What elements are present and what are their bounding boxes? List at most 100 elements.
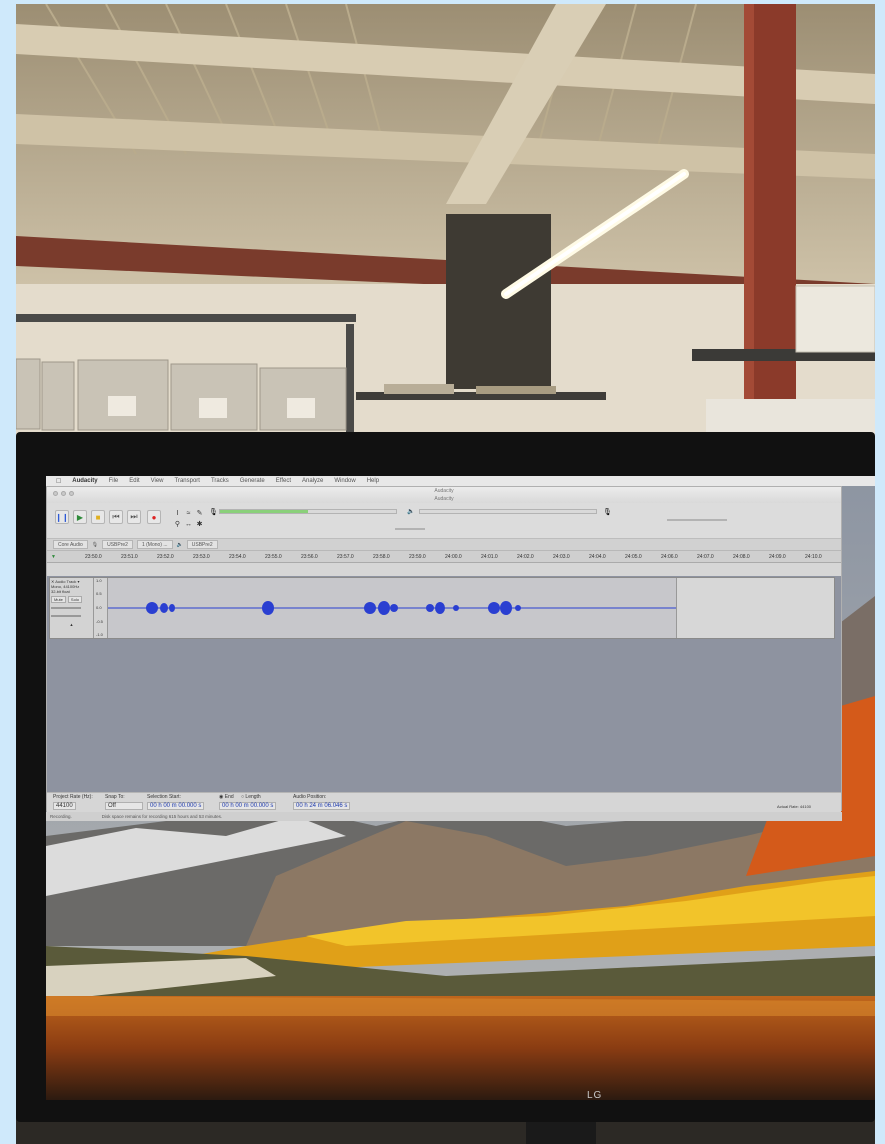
skip-start-icon: ⏮ xyxy=(112,512,120,521)
zoom-button[interactable] xyxy=(69,491,74,496)
ruler-tick: 23:51.0 xyxy=(121,554,138,560)
project-rate-select[interactable]: 44100 xyxy=(53,802,76,810)
length-radio[interactable]: ○ Length xyxy=(241,794,261,800)
solo-button[interactable]: Solo xyxy=(67,596,82,603)
play-button[interactable]: ▶ xyxy=(73,510,87,524)
record-meter[interactable] xyxy=(219,509,397,514)
window-controls xyxy=(53,491,74,496)
audio-host-select[interactable]: Core Audio xyxy=(53,540,88,549)
display:  Audacity File Edit View Transport Trac… xyxy=(46,476,875,1100)
menu-edit[interactable]: Edit xyxy=(129,478,139,484)
draw-tool-icon[interactable]: ✎ xyxy=(195,509,204,518)
scale-label: 1.0 xyxy=(96,578,102,583)
mic-icon: 🎙 xyxy=(91,541,99,548)
track-empty-region[interactable] xyxy=(676,578,834,638)
pan-slider[interactable] xyxy=(51,615,81,617)
menu-transport[interactable]: Transport xyxy=(175,478,200,484)
selection-start-label: Selection Start: xyxy=(147,794,181,800)
close-button[interactable] xyxy=(53,491,58,496)
track-area[interactable]: ✕ Audio Track ▾ Mono, 44100Hz 32-bit flo… xyxy=(47,576,841,792)
menu-window[interactable]: Window xyxy=(334,478,355,484)
window-titlebar: Audacity Audacity xyxy=(47,487,841,503)
timeline-ruler[interactable]: ▼ 23:50.0 23:51.0 23:52.0 23:53.0 23:54.… xyxy=(47,551,841,563)
track-control-panel: ✕ Audio Track ▾ Mono, 44100Hz 32-bit flo… xyxy=(50,578,94,638)
audio-position-label: Audio Position: xyxy=(293,794,327,800)
ruler-tick: 24:09.0 xyxy=(769,554,786,560)
ruler-tick: 23:50.0 xyxy=(85,554,102,560)
window-title: Audacity xyxy=(434,488,454,494)
gain-slider[interactable] xyxy=(51,607,81,609)
speaker-icon: 🔈 xyxy=(407,509,415,515)
zoom-tool-icon[interactable]: ⚲ xyxy=(173,520,182,529)
selection-end-field[interactable]: 00 h 00 m 00.000 s xyxy=(219,802,277,810)
ruler-tick: 24:06.0 xyxy=(661,554,678,560)
status-message: Disk space remains for recording 615 hou… xyxy=(101,814,223,819)
monitor-bezel:  Audacity File Edit View Transport Trac… xyxy=(16,432,875,1122)
menu-app-name[interactable]: Audacity xyxy=(72,478,97,484)
ruler-tick: 23:55.0 xyxy=(265,554,282,560)
monitor-logo: LG xyxy=(587,1090,603,1101)
ruler-tick: 23:54.0 xyxy=(229,554,246,560)
audio-track[interactable]: ✕ Audio Track ▾ Mono, 44100Hz 32-bit flo… xyxy=(49,577,835,639)
tools-toolbar: I ≈ ✎ ⚲ ↔ ✱ xyxy=(173,509,204,529)
scale-label: -1.0 xyxy=(96,632,103,637)
apple-icon[interactable]:  xyxy=(56,478,61,485)
channels-select[interactable]: 1 (Mono) ... xyxy=(136,540,173,549)
ruler-tick: 23:56.0 xyxy=(301,554,318,560)
track-bitdepth: 32-bit float xyxy=(51,589,70,594)
collapse-track-icon[interactable]: ▲ xyxy=(51,622,92,627)
playback-meter[interactable] xyxy=(419,509,597,514)
menu-effect[interactable]: Effect xyxy=(276,478,291,484)
scale-label: -0.5 xyxy=(96,619,103,624)
ruler-tick: 24:03.0 xyxy=(553,554,570,560)
snap-to-select[interactable]: Off xyxy=(105,802,143,810)
menu-file[interactable]: File xyxy=(109,478,119,484)
transport-toolbar: ❙❙ ▶ ■ ⏮ ⏭ ● I ≈ ✎ ⚲ ↔ ✱ 🎙 🔈 🎙 xyxy=(47,503,841,539)
room-scene xyxy=(16,4,875,436)
menu-generate[interactable]: Generate xyxy=(240,478,265,484)
menu-tracks[interactable]: Tracks xyxy=(211,478,229,484)
ruler-tick: 23:57.0 xyxy=(337,554,354,560)
monitor-stand xyxy=(526,1122,596,1144)
ruler-tick: 24:08.0 xyxy=(733,554,750,560)
device-toolbar: Core Audio 🎙 USBPre2 1 (Mono) ... 🔈 USBP… xyxy=(47,539,841,551)
playback-device-select[interactable]: USBPre2 xyxy=(186,540,218,549)
envelope-tool-icon[interactable]: ≈ xyxy=(184,509,193,518)
selection-toolbar: Project Rate (Hz): 44100 Snap To: Off Se… xyxy=(47,792,841,812)
project-rate-label: Project Rate (Hz): xyxy=(53,794,93,800)
recording-device-select[interactable]: USBPre2 xyxy=(102,540,133,549)
mute-button[interactable]: Mute xyxy=(51,596,66,603)
end-radio[interactable]: ◉ End xyxy=(219,794,234,800)
audio-position-field[interactable]: 00 h 24 m 06.046 s xyxy=(293,802,351,810)
stop-button[interactable]: ■ xyxy=(91,510,105,524)
selection-start-field[interactable]: 00 h 00 m 00.000 s xyxy=(147,802,205,810)
menu-view[interactable]: View xyxy=(151,478,164,484)
skip-end-button[interactable]: ⏭ xyxy=(127,510,141,524)
record-icon: ● xyxy=(151,512,157,522)
ruler-tick: 24:07.0 xyxy=(697,554,714,560)
window-subtitle: Audacity xyxy=(434,496,454,502)
volume-slider[interactable] xyxy=(667,519,727,521)
ruler-play-icon[interactable]: ▼ xyxy=(51,554,56,560)
ruler-tick: 23:59.0 xyxy=(409,554,426,560)
ruler-tick: 23:58.0 xyxy=(373,554,390,560)
waveform[interactable] xyxy=(108,578,676,638)
selection-tool-icon[interactable]: I xyxy=(173,509,182,518)
timeshift-tool-icon[interactable]: ↔ xyxy=(184,520,193,529)
skip-start-button[interactable]: ⏮ xyxy=(109,510,123,524)
amplitude-scale: 1.0 0.5 0.0 -0.5 -1.0 xyxy=(94,578,108,638)
minimize-button[interactable] xyxy=(61,491,66,496)
pause-button[interactable]: ❙❙ xyxy=(55,510,69,524)
multi-tool-icon[interactable]: ✱ xyxy=(195,520,204,529)
stop-icon: ■ xyxy=(95,512,101,522)
skip-end-icon: ⏭ xyxy=(130,512,138,521)
menu-analyze[interactable]: Analyze xyxy=(302,478,323,484)
record-mic-icon: 🎙 xyxy=(209,509,218,516)
record-button[interactable]: ● xyxy=(147,510,161,524)
actual-rate: Actual Rate: 44100 xyxy=(777,804,812,809)
play-at-speed-slider[interactable] xyxy=(395,528,425,530)
menu-help[interactable]: Help xyxy=(367,478,379,484)
ruler-tick: 24:00.0 xyxy=(445,554,462,560)
ruler-tick: 23:52.0 xyxy=(157,554,174,560)
track-buttons: Mute Solo xyxy=(51,596,92,603)
